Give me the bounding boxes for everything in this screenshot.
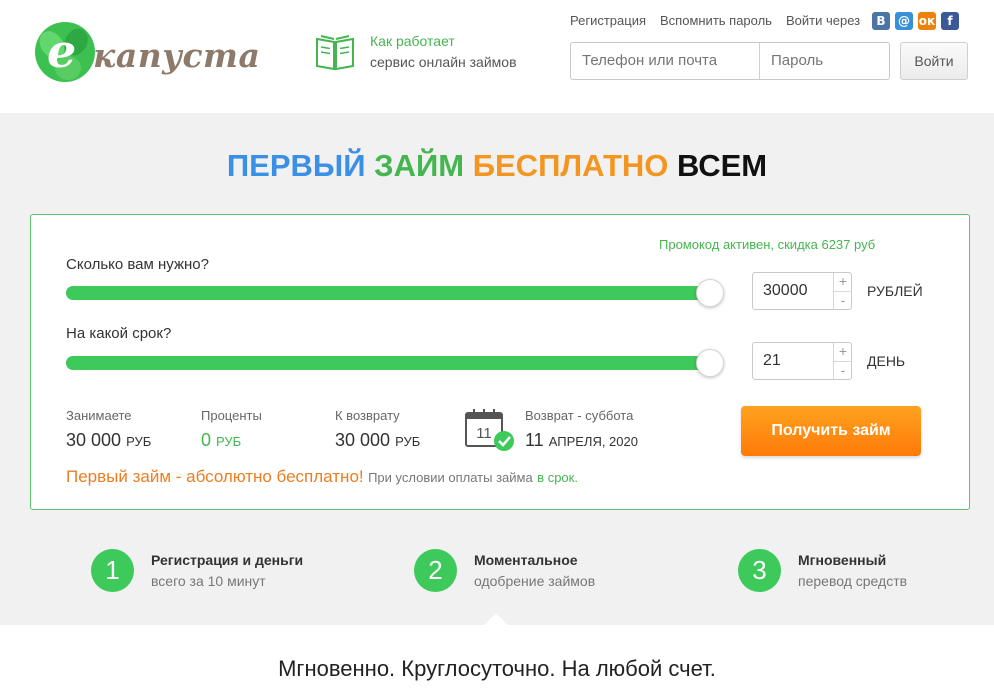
term-label: На какой срок? <box>66 325 172 342</box>
phone-email-input[interactable] <box>571 43 757 79</box>
how-it-works-title: Как работает <box>370 33 455 49</box>
feature-number-badge: 2 <box>414 549 457 592</box>
how-it-works-subtitle: сервис онлайн займов <box>370 54 517 70</box>
tagline: Мгновенно. Круглосуточно. На любой счет. <box>278 656 716 681</box>
on-time-link[interactable]: в срок. <box>537 470 578 485</box>
feature-number-badge: 3 <box>738 549 781 592</box>
title-word-4: ВСЕМ <box>677 148 768 183</box>
borrow-label: Занимаете <box>66 408 132 423</box>
term-stepper-buttons: + - <box>833 343 852 379</box>
promo-status: Промокод активен, скидка 6237 руб <box>659 237 876 252</box>
amount-stepper[interactable]: 30000 + - <box>752 272 852 310</box>
amount-slider-handle[interactable] <box>696 279 724 307</box>
amount-value[interactable]: 30000 <box>763 273 808 309</box>
calendar-icon: 11 <box>465 409 514 451</box>
get-loan-button[interactable]: Получить займ <box>741 406 921 456</box>
cabbage-logo-icon: e <box>35 22 95 82</box>
title-word-3: БЕСПЛАТНО <box>472 148 669 183</box>
amount-minus-button[interactable]: - <box>834 291 852 309</box>
odnoklassniki-icon[interactable]: ок <box>918 12 936 30</box>
term-unit: ДЕНЬ <box>867 353 906 369</box>
forgot-password-link[interactable]: Вспомнить пароль <box>660 13 772 28</box>
facebook-icon[interactable]: f <box>941 12 959 30</box>
title-word-2: ЗАЙМ <box>374 148 465 183</box>
term-value[interactable]: 21 <box>763 343 781 379</box>
book-icon <box>316 35 354 71</box>
vk-icon[interactable]: В <box>872 12 890 30</box>
term-slider-fill <box>66 356 710 370</box>
interest-amount: 0 РУБ <box>201 430 242 450</box>
feature-number-badge: 1 <box>91 549 134 592</box>
mail-ru-icon[interactable]: @ <box>895 12 913 30</box>
amount-slider[interactable] <box>66 279 724 307</box>
calendar-day: 11 <box>476 425 492 442</box>
interest-label: Проценты <box>201 408 262 423</box>
feature-subtitle: всего за 10 минут <box>151 573 266 589</box>
feature-title: Моментальное <box>474 552 578 568</box>
borrow-amount: 30 000 РУБ <box>66 430 152 450</box>
logo-letter: e <box>47 24 77 78</box>
term-slider-handle[interactable] <box>696 349 724 377</box>
title-word-1: ПЕРВЫЙ <box>226 148 366 183</box>
amount-plus-button[interactable]: + <box>834 273 852 291</box>
how-it-works-link[interactable]: Как работает сервис онлайн займов <box>314 31 554 75</box>
login-form <box>570 42 890 80</box>
free-loan-headline: Первый займ - абсолютно бесплатно! <box>66 467 364 486</box>
logo-wordmark: капуста <box>93 36 261 75</box>
feature-title: Мгновенный <box>798 552 887 568</box>
return-label: К возврату <box>335 408 400 423</box>
register-link[interactable]: Регистрация <box>570 13 646 28</box>
free-loan-note: Первый займ - абсолютно бесплатно! При у… <box>66 467 578 487</box>
logo[interactable]: e капуста <box>35 22 260 84</box>
free-loan-condition: При условии оплаты займа <box>368 470 533 485</box>
feature-title: Регистрация и деньги <box>151 552 304 568</box>
term-stepper[interactable]: 21 + - <box>752 342 852 380</box>
feature-subtitle: одобрение займов <box>474 573 596 589</box>
return-date-label: Возврат - суббота <box>525 408 634 423</box>
amount-stepper-buttons: + - <box>833 273 852 309</box>
top-links: Регистрация Вспомнить пароль Войти через <box>570 13 874 31</box>
term-plus-button[interactable]: + <box>834 343 852 361</box>
page-title: ПЕРВЫЙ ЗАЙМ БЕСПЛАТНО ВСЕМ <box>0 148 994 184</box>
login-via-label: Войти через <box>785 13 861 28</box>
return-amount: 30 000 РУБ <box>335 430 421 450</box>
term-minus-button[interactable]: - <box>834 361 852 379</box>
feature-subtitle: перевод средств <box>798 573 908 589</box>
return-date: 11 АПРЕЛЯ, 2020 <box>525 430 638 450</box>
amount-slider-fill <box>66 286 710 300</box>
header: e капуста Как работает сервис онлайн зай… <box>0 0 994 113</box>
term-slider[interactable] <box>66 349 724 377</box>
login-button[interactable]: Войти <box>900 42 968 80</box>
amount-unit: РУБЛЕЙ <box>867 283 923 299</box>
password-input[interactable] <box>760 43 888 79</box>
amount-label: Сколько вам нужно? <box>66 256 209 273</box>
